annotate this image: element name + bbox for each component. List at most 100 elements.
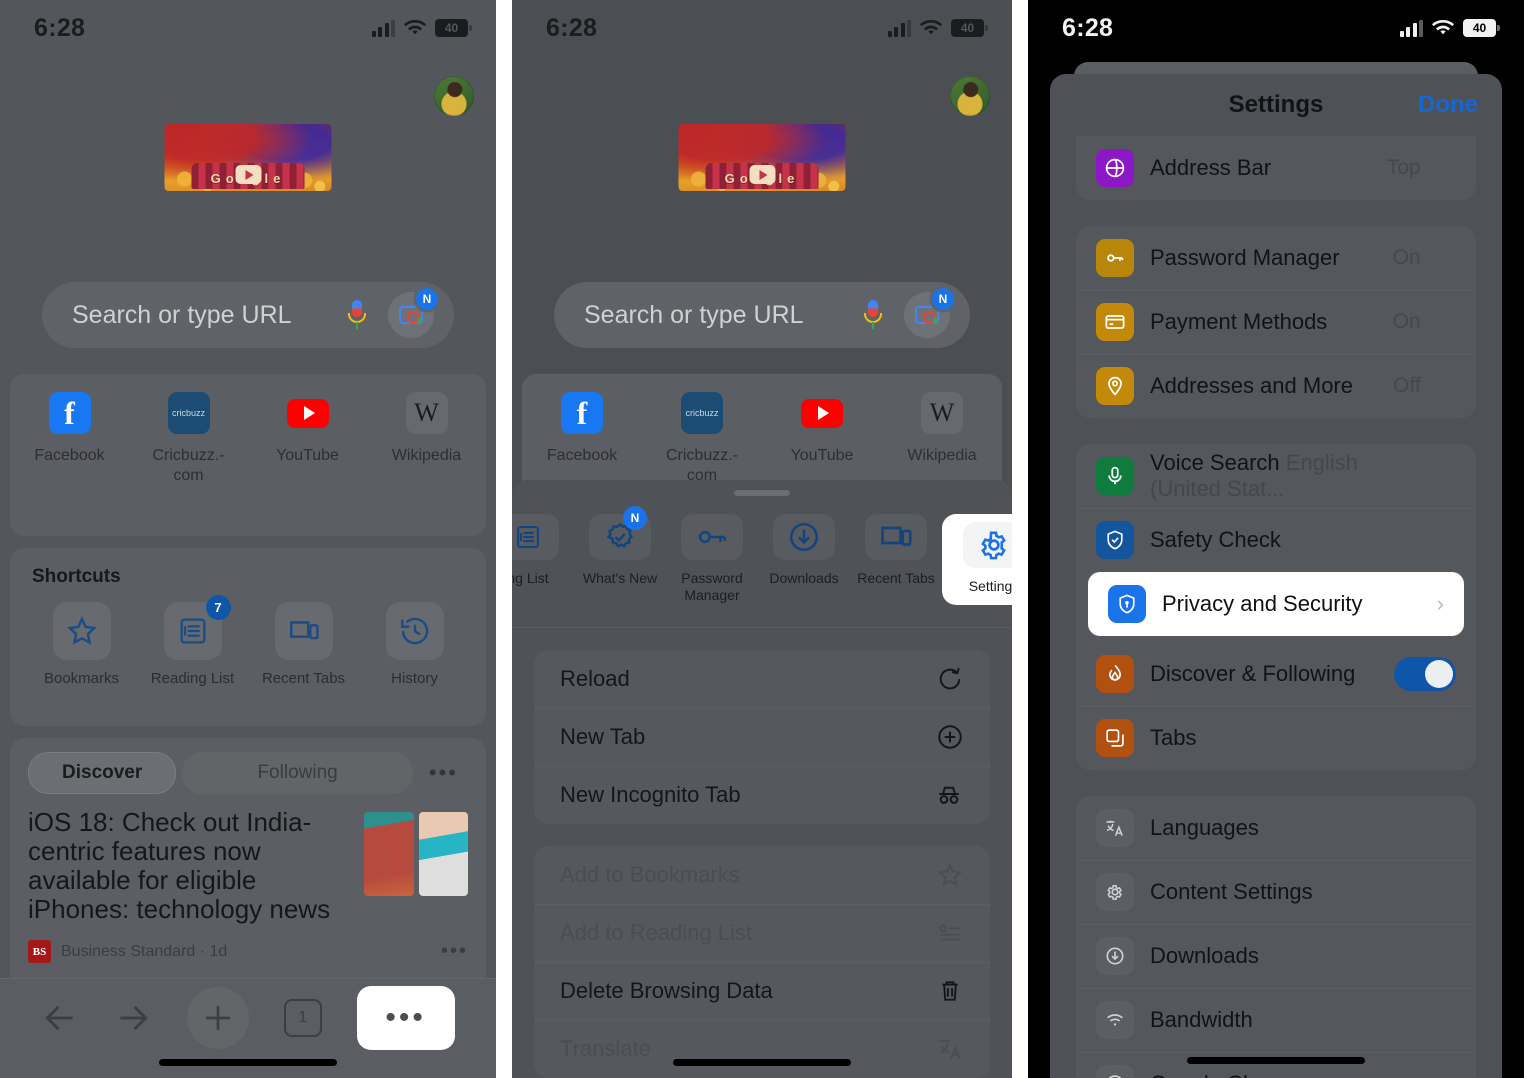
location-pin-icon: [1096, 367, 1134, 405]
key-icon: [1096, 239, 1134, 277]
google-lens-icon[interactable]: N: [388, 288, 438, 338]
tile-facebook[interactable]: f Facebook: [10, 392, 129, 536]
battery-icon: 40: [435, 19, 472, 37]
shortcut-reading-list[interactable]: 7 Reading List: [137, 595, 248, 687]
menu-item-add-to-bookmarks[interactable]: Add to Bookmarks: [534, 846, 990, 904]
search-placeholder: Search or type URL: [584, 300, 804, 329]
menu-item-new-tab[interactable]: New Tab: [534, 708, 990, 766]
profile-avatar[interactable]: [434, 76, 474, 116]
settings-row-label: Content Settings: [1150, 879, 1313, 904]
page-title: Settings: [1228, 91, 1324, 118]
settings-group-advanced: Languages › Content Settings › Downloads…: [1076, 796, 1476, 1078]
cellular-signal-icon: [371, 19, 395, 37]
tile-label: YouTube: [790, 447, 854, 464]
settings-row-tabs[interactable]: Tabs ›: [1076, 706, 1476, 770]
settings-row-bandwidth[interactable]: Bandwidth ›: [1076, 988, 1476, 1052]
settings-header: Settings Done: [1050, 74, 1502, 136]
back-arrow-icon[interactable]: [41, 999, 79, 1037]
settings-row-label: Password Manager: [1150, 245, 1340, 270]
history-icon: [385, 602, 444, 660]
menu-item-reload[interactable]: Reload: [534, 650, 990, 708]
settings-list[interactable]: Address Bar Top › Password Manager On ›: [1050, 136, 1502, 1078]
settings-row-safety-check[interactable]: Safety Check ›: [1076, 508, 1476, 572]
chevron-right-icon: ›: [1448, 879, 1456, 904]
discover-toggle[interactable]: [1394, 657, 1456, 691]
feed-overflow-menu-icon[interactable]: •••: [419, 760, 468, 786]
menu-group-primary: Reload New Tab New Incognito Tab: [534, 649, 990, 824]
menu-item-new-incognito-tab[interactable]: New Incognito Tab: [534, 766, 990, 824]
google-lens-icon[interactable]: N: [904, 288, 954, 338]
home-indicator: [1187, 1057, 1365, 1064]
tile-youtube[interactable]: YouTube: [248, 392, 367, 536]
battery-icon: 40: [1463, 19, 1500, 37]
shortcut-bookmarks[interactable]: Bookmarks: [26, 602, 137, 687]
status-time: 6:28: [546, 13, 598, 42]
quick-action-settings[interactable]: Settings: [942, 514, 1012, 605]
forward-arrow-icon[interactable]: [114, 999, 152, 1037]
microphone-icon[interactable]: [348, 298, 366, 332]
profile-avatar[interactable]: [950, 76, 990, 116]
status-bar: 6:28 40: [512, 0, 1012, 56]
three-dots-menu-icon[interactable]: •••: [356, 985, 455, 1050]
status-time: 6:28: [34, 13, 86, 42]
menu-item-translate[interactable]: Translate: [534, 1020, 990, 1078]
google-doodle[interactable]: Google: [164, 124, 332, 191]
quick-action-label: Password Manager: [681, 570, 743, 603]
shortcut-label: History: [391, 670, 438, 687]
search-placeholder: Search or type URL: [72, 300, 292, 329]
settings-row-label: Languages: [1150, 815, 1259, 840]
menu-item-add-to-reading-list[interactable]: Add to Reading List: [534, 904, 990, 962]
tab-discover[interactable]: Discover: [28, 752, 177, 794]
article-meta: BS Business Standard · 1d •••: [10, 924, 486, 964]
tab-count-button[interactable]: 1: [283, 998, 322, 1037]
article-overflow-icon[interactable]: •••: [441, 940, 468, 963]
settings-row-label: Address Bar: [1150, 155, 1272, 180]
home-indicator: [159, 1059, 337, 1066]
recent-tabs-icon: [274, 602, 333, 660]
whats-new-badge: N: [623, 506, 647, 530]
settings-row-content-settings[interactable]: Content Settings ›: [1076, 860, 1476, 924]
credit-card-icon: [1096, 303, 1134, 341]
done-button[interactable]: Done: [1418, 91, 1478, 119]
settings-row-address-bar[interactable]: Address Bar Top ›: [1076, 136, 1476, 200]
chevron-right-icon: ›: [1436, 591, 1444, 616]
quick-action-reading-list[interactable]: ng List: [512, 514, 574, 587]
settings-row-payment-methods[interactable]: Payment Methods On ›: [1076, 290, 1476, 354]
microphone-icon[interactable]: [864, 298, 882, 332]
shortcut-label: Recent Tabs: [261, 670, 346, 687]
new-tab-content: Google Search or type URL N f Facebook c…: [0, 56, 496, 1078]
quick-action-recent-tabs[interactable]: Recent Tabs: [850, 514, 942, 587]
plus-icon[interactable]: [186, 986, 249, 1049]
status-bar: 6:28 40: [1028, 0, 1524, 56]
wikipedia-icon: W: [921, 392, 963, 434]
shortcut-history[interactable]: History: [359, 602, 470, 687]
shortcut-recent-tabs[interactable]: Recent Tabs: [248, 602, 359, 687]
shortcuts-title: Shortcuts: [32, 566, 121, 587]
settings-sheet: Settings Done Address Bar Top › Password…: [1050, 74, 1502, 1078]
chevron-right-icon: ›: [1448, 1007, 1456, 1032]
feed-article[interactable]: iOS 18: Check out India-centric features…: [10, 804, 486, 924]
settings-row-privacy-and-security[interactable]: Privacy and Security ›: [1088, 572, 1464, 636]
settings-row-languages[interactable]: Languages ›: [1076, 796, 1476, 860]
tab-following[interactable]: Following: [182, 752, 413, 794]
quick-action-whats-new[interactable]: N What's New: [574, 506, 666, 587]
doodle-play-icon: [235, 165, 261, 184]
gear-icon: [1096, 873, 1134, 911]
tile-cricbuzz[interactable]: cricbuzz Cricbuzz.-com: [129, 392, 248, 536]
download-icon: [1096, 937, 1134, 975]
settings-row-addresses-and-more[interactable]: Addresses and More Off ›: [1076, 354, 1476, 418]
business-standard-logo: BS: [28, 940, 51, 964]
menu-item-delete-browsing-data[interactable]: Delete Browsing Data: [534, 962, 990, 1020]
settings-row-discover-and-following[interactable]: Discover & Following: [1076, 642, 1476, 706]
menu-group-secondary: Add to Bookmarks Add to Reading List Del…: [534, 845, 990, 1078]
settings-row-password-manager[interactable]: Password Manager On ›: [1076, 226, 1476, 290]
search-input[interactable]: Search or type URL N: [42, 282, 454, 348]
tile-wikipedia[interactable]: W Wikipedia: [367, 392, 486, 536]
search-input[interactable]: Search or type URL N: [554, 282, 970, 348]
settings-row-downloads[interactable]: Downloads ›: [1076, 924, 1476, 988]
settings-row-google-chrome[interactable]: Google Chrome ›: [1076, 1052, 1476, 1078]
quick-action-downloads[interactable]: Downloads: [758, 514, 850, 587]
settings-row-voice-search[interactable]: Voice Search English (United Stat... ›: [1076, 444, 1476, 508]
shortcut-label: Bookmarks: [43, 670, 120, 687]
quick-action-password-manager[interactable]: Password Manager: [666, 514, 758, 604]
